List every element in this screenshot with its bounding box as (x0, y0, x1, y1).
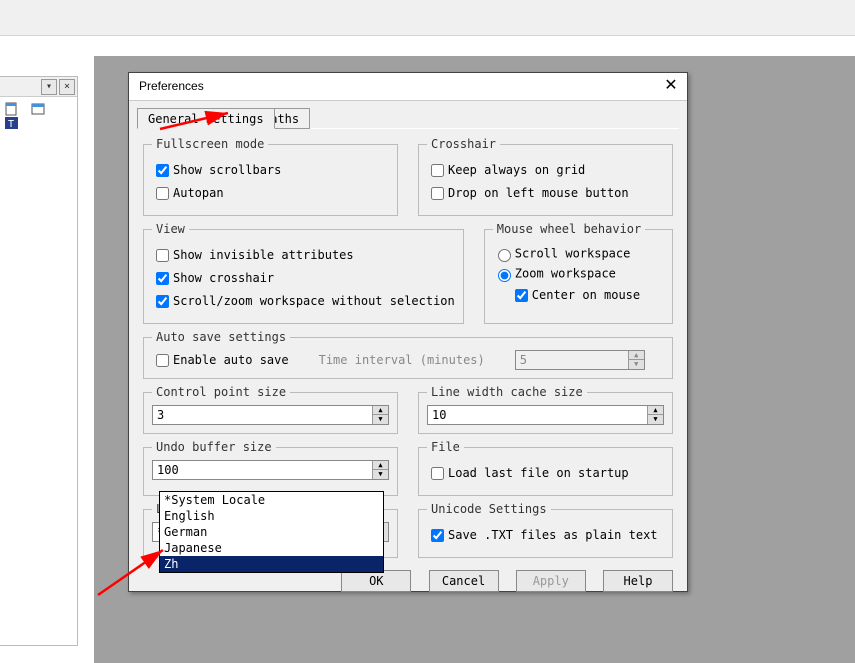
chk-show-crosshair[interactable]: Show crosshair (152, 269, 455, 288)
side-panel: ▾ × T (0, 76, 78, 646)
chk-keep-on-grid[interactable]: Keep always on grid (427, 161, 664, 180)
language-option[interactable]: English (160, 508, 383, 524)
legend-unicode: Unicode Settings (427, 502, 551, 516)
rad-scroll-ws[interactable]: Scroll workspace (493, 246, 664, 262)
legend-lwcache: Line width cache size (427, 385, 587, 399)
group-crosshair: Crosshair Keep always on grid Drop on le… (418, 137, 673, 216)
tab-general[interactable]: General Settings (137, 108, 275, 129)
legend-wheel: Mouse wheel behavior (493, 222, 646, 236)
text-icon: T (4, 116, 20, 130)
panel-close-button[interactable]: × (59, 79, 75, 95)
apply-button[interactable]: Apply (516, 570, 586, 592)
spin-time-interval: ▲▼ (515, 350, 645, 370)
legend-autosave: Auto save settings (152, 330, 290, 344)
chk-save-plain[interactable]: Save .TXT files as plain text (427, 526, 664, 545)
language-dropdown[interactable]: *System LocaleEnglishGermanJapaneseZh (159, 491, 384, 573)
chk-show-scrollbars[interactable]: Show scrollbars (152, 161, 389, 180)
language-option[interactable]: *System Locale (160, 492, 383, 508)
chk-autopan[interactable]: Autopan (152, 184, 389, 203)
dialog-title: Preferences (139, 79, 204, 93)
group-file: File Load last file on startup (418, 440, 673, 496)
svg-text:T: T (8, 119, 14, 130)
group-undo: Undo buffer size ▲▼ (143, 440, 398, 496)
legend-file: File (427, 440, 464, 454)
chk-center-on-mouse[interactable]: Center on mouse (511, 286, 664, 305)
spin-lwcache[interactable]: ▲▼ (427, 405, 664, 425)
group-autosave: Auto save settings Enable auto save Time… (143, 330, 673, 379)
chk-drop-on-left[interactable]: Drop on left mouse button (427, 184, 664, 203)
legend-cpsize: Control point size (152, 385, 290, 399)
spin-cpsize[interactable]: ▲▼ (152, 405, 389, 425)
chk-load-last[interactable]: Load last file on startup (427, 464, 664, 483)
group-cpsize: Control point size ▲▼ (143, 385, 398, 434)
legend-crosshair: Crosshair (427, 137, 500, 151)
group-view: View Show invisible attributes Show cros… (143, 222, 464, 324)
app-toolbar (0, 0, 855, 36)
label-time-interval: Time interval (minutes) (319, 353, 485, 367)
language-option[interactable]: Zh (160, 556, 383, 572)
close-icon[interactable]: ✕ (661, 77, 681, 97)
legend-fullscreen: Fullscreen mode (152, 137, 268, 151)
legend-view: View (152, 222, 189, 236)
group-lwcache: Line width cache size ▲▼ (418, 385, 673, 434)
group-wheel: Mouse wheel behavior Scroll workspace Zo… (484, 222, 673, 324)
chk-scroll-zoom-nosel[interactable]: Scroll/zoom workspace without selection (152, 292, 455, 311)
group-unicode: Unicode Settings Save .TXT files as plai… (418, 502, 673, 558)
cancel-button[interactable]: Cancel (429, 570, 499, 592)
language-option[interactable]: German (160, 524, 383, 540)
page-icon (4, 102, 20, 116)
panel-minimize-button[interactable]: ▾ (41, 79, 57, 95)
rad-zoom-ws[interactable]: Zoom workspace (493, 266, 664, 282)
ok-button[interactable]: OK (341, 570, 411, 592)
chk-enable-autosave[interactable]: Enable auto save (152, 351, 289, 370)
help-button[interactable]: Help (603, 570, 673, 592)
legend-undo: Undo buffer size (152, 440, 276, 454)
language-option[interactable]: Japanese (160, 540, 383, 556)
group-fullscreen: Fullscreen mode Show scrollbars Autopan (143, 137, 398, 216)
window-icon (31, 102, 47, 116)
spin-undo[interactable]: ▲▼ (152, 460, 389, 480)
chk-show-invisible[interactable]: Show invisible attributes (152, 246, 455, 265)
